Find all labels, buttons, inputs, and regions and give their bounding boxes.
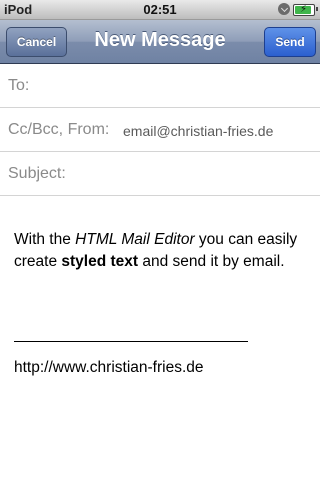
send-button[interactable]: Send — [264, 27, 316, 57]
message-body[interactable]: With the HTML Mail Editor you can easily… — [14, 229, 306, 273]
body-text-3: and send it by email. — [138, 253, 285, 270]
lock-rotation-icon — [278, 3, 290, 15]
battery-charging-icon: ⚡ — [293, 4, 318, 16]
clock: 02:51 — [143, 2, 177, 17]
ccbcc-from-label: Cc/Bcc, From: — [8, 121, 110, 138]
to-label: To: — [8, 77, 30, 94]
subject-label: Subject: — [8, 165, 66, 182]
signature-url: http://www.christian-fries.de — [14, 359, 204, 376]
status-bar: iPod 02:51 ⚡ — [0, 0, 320, 20]
charging-bolt-icon: ⚡ — [300, 4, 308, 15]
body-text-1: With the — [14, 231, 76, 248]
to-field[interactable]: To: — [0, 64, 320, 108]
navigation-bar: Cancel New Message Send — [0, 20, 320, 64]
ccbcc-from-field[interactable]: Cc/Bcc, From: email@christian-fries.de — [0, 108, 320, 152]
body-text-bold: styled text — [61, 253, 139, 270]
body-text-italic: HTML Mail Editor — [75, 231, 195, 248]
from-email-value: email@christian-fries.de — [123, 123, 274, 139]
subject-field[interactable]: Subject: — [0, 152, 320, 196]
signature-divider — [14, 341, 248, 342]
